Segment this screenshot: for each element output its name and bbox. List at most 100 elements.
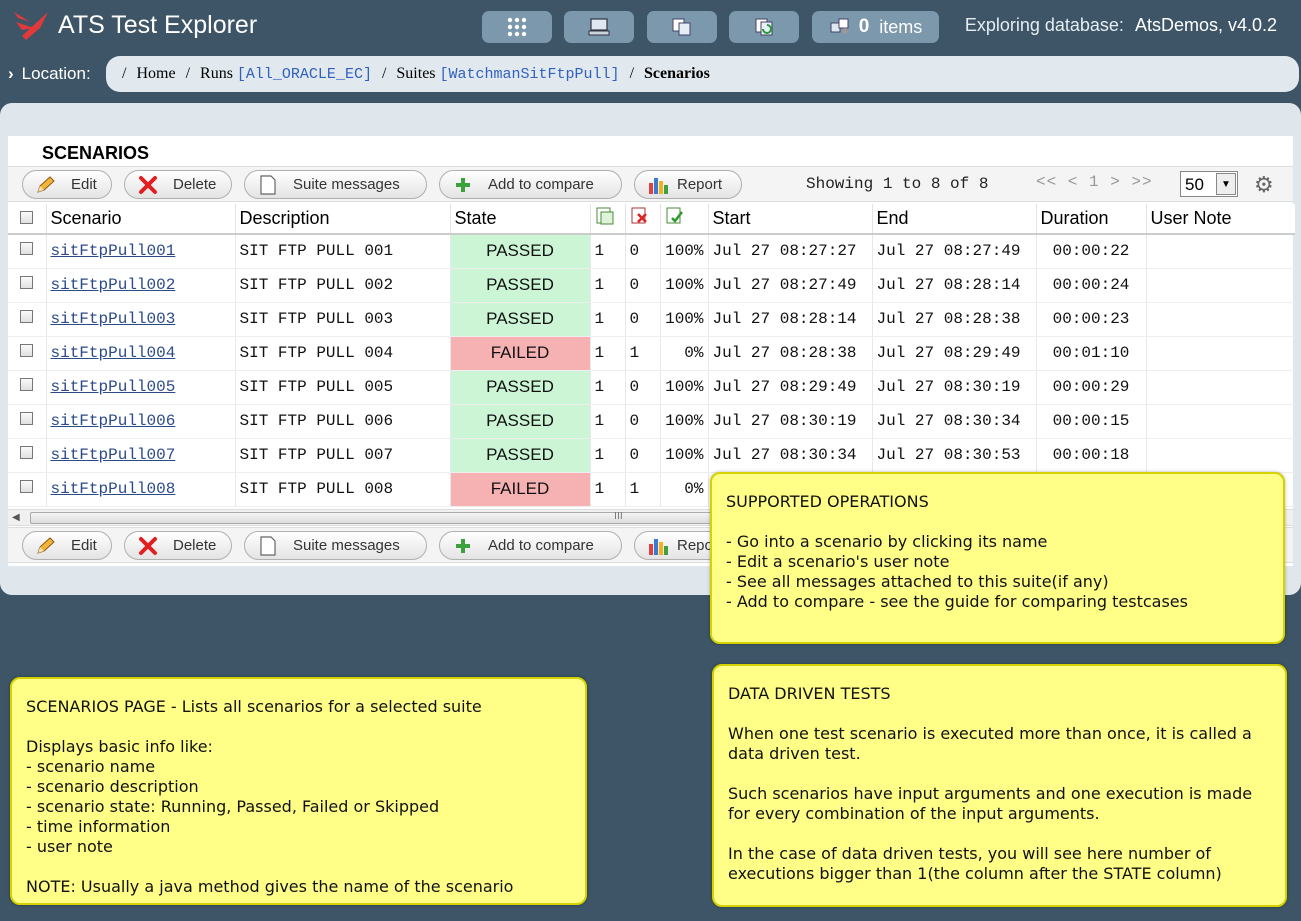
scenario-name-link[interactable]: sitFtpPull008 <box>46 472 236 507</box>
select-all-checkbox[interactable] <box>20 211 34 224</box>
suite-messages-label: Suite messages <box>293 176 400 193</box>
pencil-icon <box>35 175 57 195</box>
apps-grid-button[interactable] <box>482 11 552 43</box>
user-note-cell[interactable] <box>1146 234 1295 269</box>
breadcrumb-suites[interactable]: Suites <box>396 65 435 82</box>
refresh-copy-button[interactable] <box>729 11 799 43</box>
breadcrumb-suite-name[interactable]: [WatchmanSitFtpPull] <box>440 66 620 83</box>
total-testcases-icon <box>596 207 613 225</box>
grid-icon <box>507 17 527 37</box>
row-checkbox[interactable] <box>20 276 34 289</box>
machines-button[interactable] <box>564 11 634 43</box>
report-label: Repo <box>677 537 713 554</box>
end-time: Jul 27 08:30:19 <box>872 370 1037 405</box>
end-time: Jul 27 08:27:49 <box>872 234 1037 269</box>
row-checkbox[interactable] <box>20 446 34 459</box>
header-failed-icon[interactable] <box>625 204 661 235</box>
scenario-name-link[interactable]: sitFtpPull004 <box>46 336 236 371</box>
duration: 00:00:18 <box>1036 438 1147 473</box>
app-title: ATS Test Explorer <box>58 11 258 39</box>
add-to-compare-button[interactable]: Add to compare <box>439 170 622 199</box>
start-time: Jul 27 08:27:27 <box>708 234 873 269</box>
note-supported-operations: SUPPORTED OPERATIONS - Go into a scenari… <box>710 472 1285 644</box>
total-count: 1 <box>590 336 626 371</box>
end-time: Jul 27 08:28:38 <box>872 302 1037 337</box>
header-description[interactable]: Description <box>235 204 451 235</box>
row-checkbox[interactable] <box>20 344 34 357</box>
user-note-cell[interactable] <box>1146 268 1295 303</box>
row-checkbox[interactable] <box>20 310 34 323</box>
header-duration[interactable]: Duration <box>1036 204 1147 235</box>
location-bar: › Location: / Home / Runs [All_ORACLE_EC]… <box>0 56 1301 92</box>
passed-percent: 100% <box>660 302 709 337</box>
compare-items-button[interactable]: 0 items <box>812 11 939 43</box>
items-count: 0 <box>858 16 870 37</box>
delete-label: Delete <box>173 537 217 554</box>
delete-button[interactable]: Delete <box>124 170 232 199</box>
pagination-nav[interactable]: << < 1 > >> <box>1036 173 1153 191</box>
report-button[interactable]: Report <box>634 170 742 199</box>
edit-button[interactable]: Edit <box>22 170 112 199</box>
table-row: sitFtpPull006 SIT FTP PULL 006 PASSED 1 0 100… <box>8 404 1295 439</box>
header-state[interactable]: State <box>450 204 591 235</box>
header-start[interactable]: Start <box>708 204 873 235</box>
pencil-icon <box>35 536 57 556</box>
scenario-name-link[interactable]: sitFtpPull005 <box>46 370 236 405</box>
scenario-name-link[interactable]: sitFtpPull002 <box>46 268 236 303</box>
location-label: › Location: <box>8 64 91 84</box>
table-row: sitFtpPull004 SIT FTP PULL 004 FAILED 1 1 0% J… <box>8 336 1295 371</box>
failed-count: 0 <box>625 370 661 405</box>
delete-button[interactable]: Delete <box>124 531 232 560</box>
user-note-cell[interactable] <box>1146 302 1295 337</box>
scenario-name-link[interactable]: sitFtpPull007 <box>46 438 236 473</box>
showing-info: Showing 1 to 8 of 8 <box>806 175 989 193</box>
copy-button[interactable] <box>647 11 717 43</box>
row-checkbox[interactable] <box>20 412 34 425</box>
passed-percent: 100% <box>660 234 709 269</box>
breadcrumb-runs[interactable]: Runs <box>200 65 233 82</box>
breadcrumb-home[interactable]: Home <box>136 65 175 82</box>
plus-icon <box>452 536 474 556</box>
header-user-note[interactable]: User Note <box>1146 204 1295 235</box>
header-scenario[interactable]: Scenario <box>46 204 236 235</box>
gear-icon[interactable]: ⚙ <box>1254 173 1274 198</box>
header-end[interactable]: End <box>872 204 1037 235</box>
scroll-left-arrow-icon[interactable]: ◀ <box>12 510 20 526</box>
scenario-name-link[interactable]: sitFtpPull003 <box>46 302 236 337</box>
page-size-select[interactable]: 50 ▼ <box>1180 171 1238 197</box>
row-checkbox-cell <box>8 302 47 337</box>
start-time: Jul 27 08:30:19 <box>708 404 873 439</box>
scenario-name-link[interactable]: sitFtpPull001 <box>46 234 236 269</box>
user-note-cell[interactable] <box>1146 370 1295 405</box>
header-passed-icon[interactable] <box>660 204 709 235</box>
add-to-compare-button[interactable]: Add to compare <box>439 531 622 560</box>
user-note-cell[interactable] <box>1146 438 1295 473</box>
user-note-cell[interactable] <box>1146 336 1295 371</box>
scenario-name-link[interactable]: sitFtpPull006 <box>46 404 236 439</box>
breadcrumb-run-name[interactable]: [All_ORACLE_EC] <box>237 66 372 83</box>
suite-messages-button[interactable]: Suite messages <box>244 531 427 560</box>
row-checkbox[interactable] <box>20 242 34 256</box>
user-note-cell[interactable] <box>1146 404 1295 439</box>
header-total-icon[interactable] <box>590 204 626 235</box>
row-checkbox-cell <box>8 234 47 269</box>
start-time: Jul 27 08:27:49 <box>708 268 873 303</box>
row-checkbox[interactable] <box>20 480 34 493</box>
passed-percent: 100% <box>660 404 709 439</box>
start-time: Jul 27 08:29:49 <box>708 370 873 405</box>
total-count: 1 <box>590 438 626 473</box>
suite-messages-button[interactable]: Suite messages <box>244 170 427 199</box>
plus-icon <box>452 175 474 195</box>
edit-button[interactable]: Edit <box>22 531 112 560</box>
chevron-right-icon: › <box>8 64 14 83</box>
row-checkbox[interactable] <box>20 378 34 391</box>
failed-count: 1 <box>625 472 661 507</box>
database-label: Exploring database: <box>964 15 1124 35</box>
row-checkbox-cell <box>8 404 47 439</box>
page-title: SCENARIOS <box>42 143 150 163</box>
start-time: Jul 27 08:30:34 <box>708 438 873 473</box>
location-label-text: Location: <box>21 64 91 83</box>
failed-count: 1 <box>625 336 661 371</box>
database-info: Exploring database: AtsDemos, v4.0.2 <box>965 15 1277 36</box>
scenario-state: PASSED <box>450 234 591 269</box>
